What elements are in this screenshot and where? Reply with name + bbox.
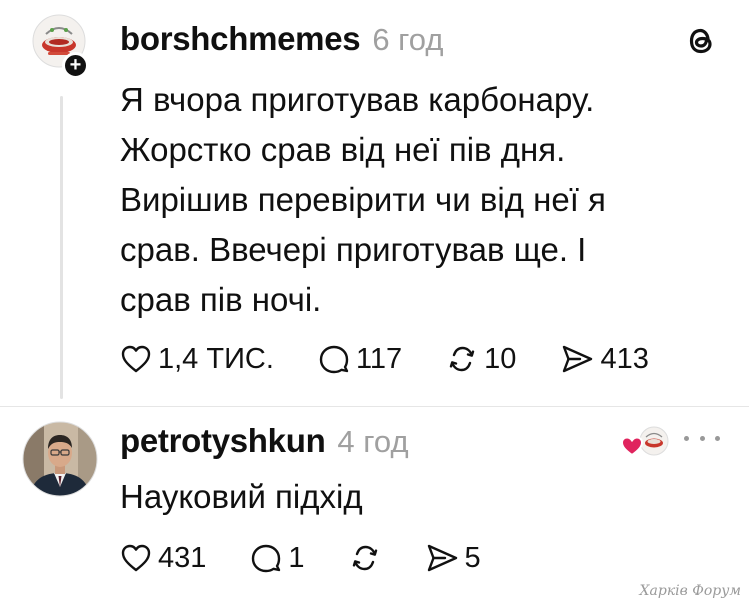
reply-like-button[interactable]: 431 bbox=[120, 542, 206, 575]
follow-plus-icon[interactable]: + bbox=[62, 52, 89, 79]
thread-connector-line bbox=[60, 96, 63, 399]
comment-count: 117 bbox=[355, 342, 403, 375]
post-text-line: Я вчора приготував карбонару. bbox=[120, 81, 595, 118]
send-icon bbox=[563, 345, 593, 373]
reply-text-line: Науковий підхід bbox=[120, 478, 363, 515]
share-button[interactable]: 413 bbox=[560, 342, 649, 376]
send-icon bbox=[427, 544, 457, 572]
reply-repost-button[interactable] bbox=[349, 542, 381, 574]
comment-bubble-icon bbox=[252, 544, 281, 573]
reply-like-count: 431 bbox=[158, 541, 207, 574]
reply-share-count: 5 bbox=[464, 541, 481, 574]
reply-comment-button[interactable]: 1 bbox=[250, 541, 305, 575]
comment-button[interactable]: 117 bbox=[318, 343, 402, 376]
man-portrait-avatar bbox=[22, 421, 98, 497]
reply-header: petrotyshkun 4 год bbox=[120, 422, 409, 466]
heart-icon bbox=[121, 345, 151, 373]
post-username[interactable]: borshchmemes bbox=[120, 20, 361, 58]
post-header: borshchmemes 6 год bbox=[120, 20, 443, 64]
ellipsis-icon-dot bbox=[715, 435, 720, 441]
reply-action-bar: 431 1 5 bbox=[120, 538, 481, 578]
reply-share-button[interactable]: 5 bbox=[425, 542, 481, 575]
borshch-mini-avatar bbox=[639, 426, 669, 456]
post-action-bar: 1,4 ТИС. 117 10 413 bbox=[120, 339, 649, 379]
reply-author-avatar[interactable] bbox=[22, 421, 98, 497]
watermark: Харків Форум bbox=[639, 583, 741, 599]
comment-bubble-icon bbox=[319, 345, 349, 374]
heart-with-borshch-avatar bbox=[620, 436, 644, 457]
post-text-line: Вирішив перевірити чи від неї я bbox=[120, 181, 606, 218]
reply-text: Науковий підхід bbox=[120, 472, 620, 522]
post-timestamp: 6 год bbox=[372, 22, 444, 57]
post-text-line: срав пів ночі. bbox=[120, 281, 322, 318]
threads-logo-icon[interactable] bbox=[684, 24, 718, 58]
reply-timestamp: 4 год bbox=[337, 424, 409, 459]
share-count: 413 bbox=[600, 342, 649, 375]
heart-icon bbox=[121, 544, 151, 572]
post-text-line: срав. Ввечері приготував ще. І bbox=[120, 231, 587, 268]
reply-comment-count: 1 bbox=[288, 541, 305, 574]
reply-divider bbox=[0, 406, 749, 407]
repost-count: 10 bbox=[484, 342, 517, 375]
ellipsis-icon-dot bbox=[699, 435, 705, 441]
like-count: 1,4 ТИС. bbox=[158, 342, 274, 375]
post-text: Я вчора приготував карбонару. Жорстко ср… bbox=[120, 75, 710, 325]
ellipsis-icon-dot bbox=[684, 435, 689, 441]
post-text-line: Жорстко срав від неї пів дня. bbox=[120, 131, 566, 168]
author-liked-indicator bbox=[620, 424, 670, 460]
more-options-button[interactable] bbox=[684, 428, 720, 448]
like-button[interactable]: 1,4 ТИС. bbox=[120, 343, 274, 376]
repost-icon bbox=[352, 545, 377, 571]
reply-username[interactable]: petrotyshkun bbox=[120, 422, 326, 460]
repost-button[interactable]: 10 bbox=[446, 343, 516, 376]
repost-icon bbox=[449, 346, 475, 372]
